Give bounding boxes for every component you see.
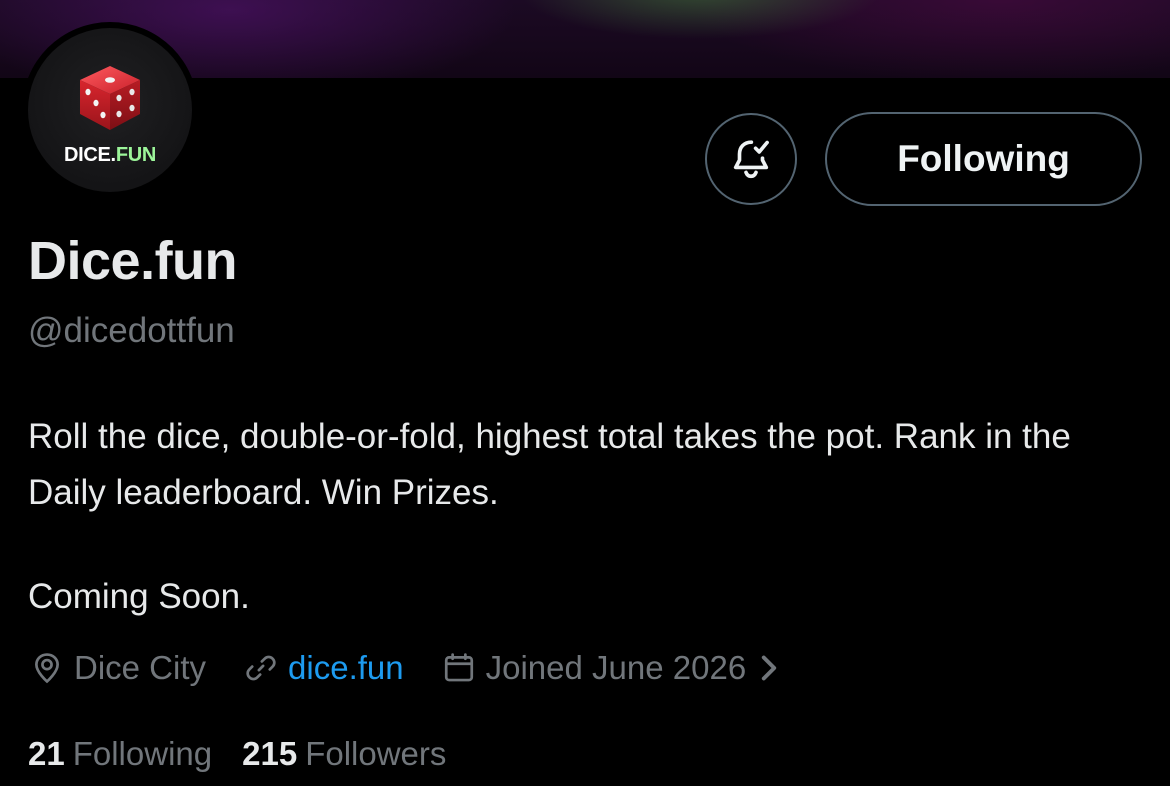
avatar-wordmark: DICE.FUN — [28, 144, 192, 167]
website-link[interactable]: dice.fun — [288, 649, 404, 687]
follow-stats: 21 Following 215 Followers — [28, 735, 476, 773]
location: Dice City — [30, 649, 206, 687]
following-stat[interactable]: 21 Following — [28, 735, 212, 773]
chevron-right-icon — [762, 655, 777, 681]
bio-text: Roll the dice, double-or-fold, highest t… — [28, 417, 1071, 512]
bio-coming-soon: Coming Soon. — [28, 577, 250, 616]
followers-count: 215 — [242, 735, 298, 772]
link-icon — [246, 655, 276, 681]
avatar-wordmark-fun: FUN — [115, 144, 157, 166]
join-date[interactable]: Joined June 2026 — [442, 649, 789, 687]
profile-page: DICE.FUN Following Dice.fun @dicedottfun… — [0, 0, 1170, 786]
following-label: Following — [72, 735, 213, 772]
bell-check-icon — [733, 140, 769, 179]
following-count: 21 — [28, 735, 65, 772]
profile-bio: Roll the dice, double-or-fold, highest t… — [28, 409, 1148, 625]
avatar-wordmark-main: DICE — [63, 144, 111, 166]
dice-logo-icon — [80, 66, 140, 130]
user-handle: @dicedottfun — [28, 311, 235, 350]
location-pin-icon — [35, 653, 59, 684]
notifications-button[interactable] — [705, 113, 797, 205]
profile-meta: Dice City dice.fun Joined June 2026 — [30, 645, 826, 691]
following-button[interactable]: Following — [825, 112, 1142, 206]
join-date-text: Joined June 2026 — [485, 649, 747, 686]
following-button-label: Following — [897, 138, 1070, 179]
website[interactable]: dice.fun — [244, 649, 404, 687]
calendar-icon — [444, 653, 473, 682]
avatar[interactable]: DICE.FUN — [28, 28, 192, 192]
followers-label: Followers — [305, 735, 447, 772]
location-text: Dice City — [74, 649, 207, 686]
followers-stat[interactable]: 215 Followers — [242, 735, 446, 773]
display-name: Dice.fun — [28, 231, 238, 291]
